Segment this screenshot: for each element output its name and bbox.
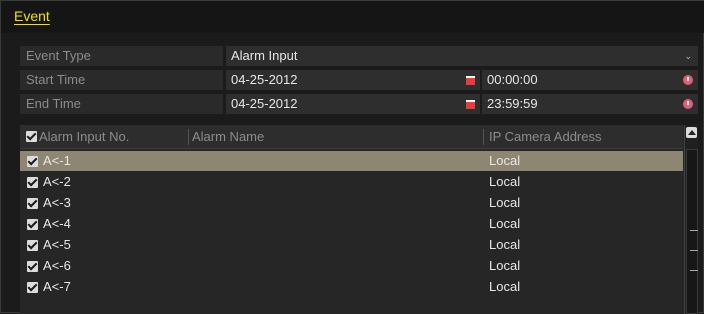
- end-time-value: 23:59:59: [487, 96, 538, 111]
- alarm-input-no: A<-6: [43, 258, 71, 273]
- row-checkbox[interactable]: [27, 177, 38, 188]
- table-row[interactable]: A<-3 Local: [20, 193, 683, 213]
- ip-camera-address: Local: [489, 237, 521, 252]
- end-date-value: 04-25-2012: [231, 96, 298, 111]
- start-time-value: 00:00:00: [487, 72, 538, 87]
- row-checkbox[interactable]: [27, 219, 38, 230]
- row-checkbox[interactable]: [27, 282, 38, 293]
- row-checkbox[interactable]: [27, 156, 38, 167]
- alarm-input-no: A<-1: [43, 153, 71, 168]
- title-bar: Event: [1, 1, 704, 33]
- table-row[interactable]: A<-4 Local: [20, 214, 683, 234]
- table-row[interactable]: A<-2 Local: [20, 172, 683, 192]
- event-search-panel: Event Event Type Alarm Input ⌄ Start Tim…: [0, 0, 704, 314]
- column-divider: [483, 129, 484, 145]
- calendar-icon[interactable]: [466, 76, 475, 85]
- ip-camera-address: Local: [489, 195, 521, 210]
- end-date-field[interactable]: 04-25-2012: [226, 94, 480, 114]
- ip-camera-address: Local: [489, 216, 521, 231]
- table-row[interactable]: A<-5 Local: [20, 235, 683, 255]
- table-header: Alarm Input No. Alarm Name IP Camera Add…: [20, 125, 683, 149]
- clock-icon[interactable]: [683, 75, 693, 85]
- column-divider: [188, 129, 189, 145]
- row-checkbox[interactable]: [27, 261, 38, 272]
- select-all-checkbox[interactable]: [26, 131, 37, 142]
- ip-camera-address: Local: [489, 174, 521, 189]
- start-time-field[interactable]: 00:00:00: [482, 70, 698, 90]
- start-date-value: 04-25-2012: [231, 72, 298, 87]
- end-time-row: End Time 04-25-2012 23:59:59: [20, 94, 698, 114]
- alarm-input-no: A<-5: [43, 237, 71, 252]
- chevron-down-icon: ⌄: [684, 51, 692, 61]
- clock-icon[interactable]: [683, 99, 693, 109]
- ip-camera-address: Local: [489, 279, 521, 294]
- alarm-input-no: A<-2: [43, 174, 71, 189]
- page-title: Event: [14, 8, 50, 24]
- scroll-up-icon[interactable]: [686, 127, 697, 138]
- row-checkbox[interactable]: [27, 198, 38, 209]
- scroll-tick: [690, 250, 698, 251]
- column-header-ip-camera-address[interactable]: IP Camera Address: [489, 125, 601, 149]
- table-row[interactable]: A<-7 Local: [20, 277, 683, 297]
- table-row[interactable]: A<-6 Local: [20, 256, 683, 276]
- event-type-row: Event Type Alarm Input ⌄: [20, 46, 698, 66]
- vertical-scrollbar[interactable]: [684, 125, 698, 314]
- column-header-alarm-input-no[interactable]: Alarm Input No.: [39, 125, 129, 149]
- alarm-input-table: Alarm Input No. Alarm Name IP Camera Add…: [20, 125, 698, 314]
- table-row[interactable]: A<-1 Local: [20, 151, 683, 171]
- calendar-icon[interactable]: [466, 100, 475, 109]
- scroll-thumb[interactable]: [686, 149, 698, 314]
- event-type-label: Event Type: [20, 46, 223, 66]
- start-time-row: Start Time 04-25-2012 00:00:00: [20, 70, 698, 90]
- row-checkbox[interactable]: [27, 240, 38, 251]
- end-time-label: End Time: [20, 94, 223, 114]
- start-time-label: Start Time: [20, 70, 223, 90]
- alarm-input-no: A<-7: [43, 279, 71, 294]
- column-header-alarm-name[interactable]: Alarm Name: [192, 125, 264, 149]
- alarm-input-no: A<-4: [43, 216, 71, 231]
- scroll-tick: [690, 270, 698, 271]
- alarm-input-no: A<-3: [43, 195, 71, 210]
- ip-camera-address: Local: [489, 258, 521, 273]
- scroll-tick: [690, 230, 698, 231]
- end-time-field[interactable]: 23:59:59: [482, 94, 698, 114]
- event-type-select[interactable]: Alarm Input ⌄: [226, 46, 698, 66]
- start-date-field[interactable]: 04-25-2012: [226, 70, 480, 90]
- event-type-value: Alarm Input: [231, 48, 298, 63]
- ip-camera-address: Local: [489, 153, 521, 168]
